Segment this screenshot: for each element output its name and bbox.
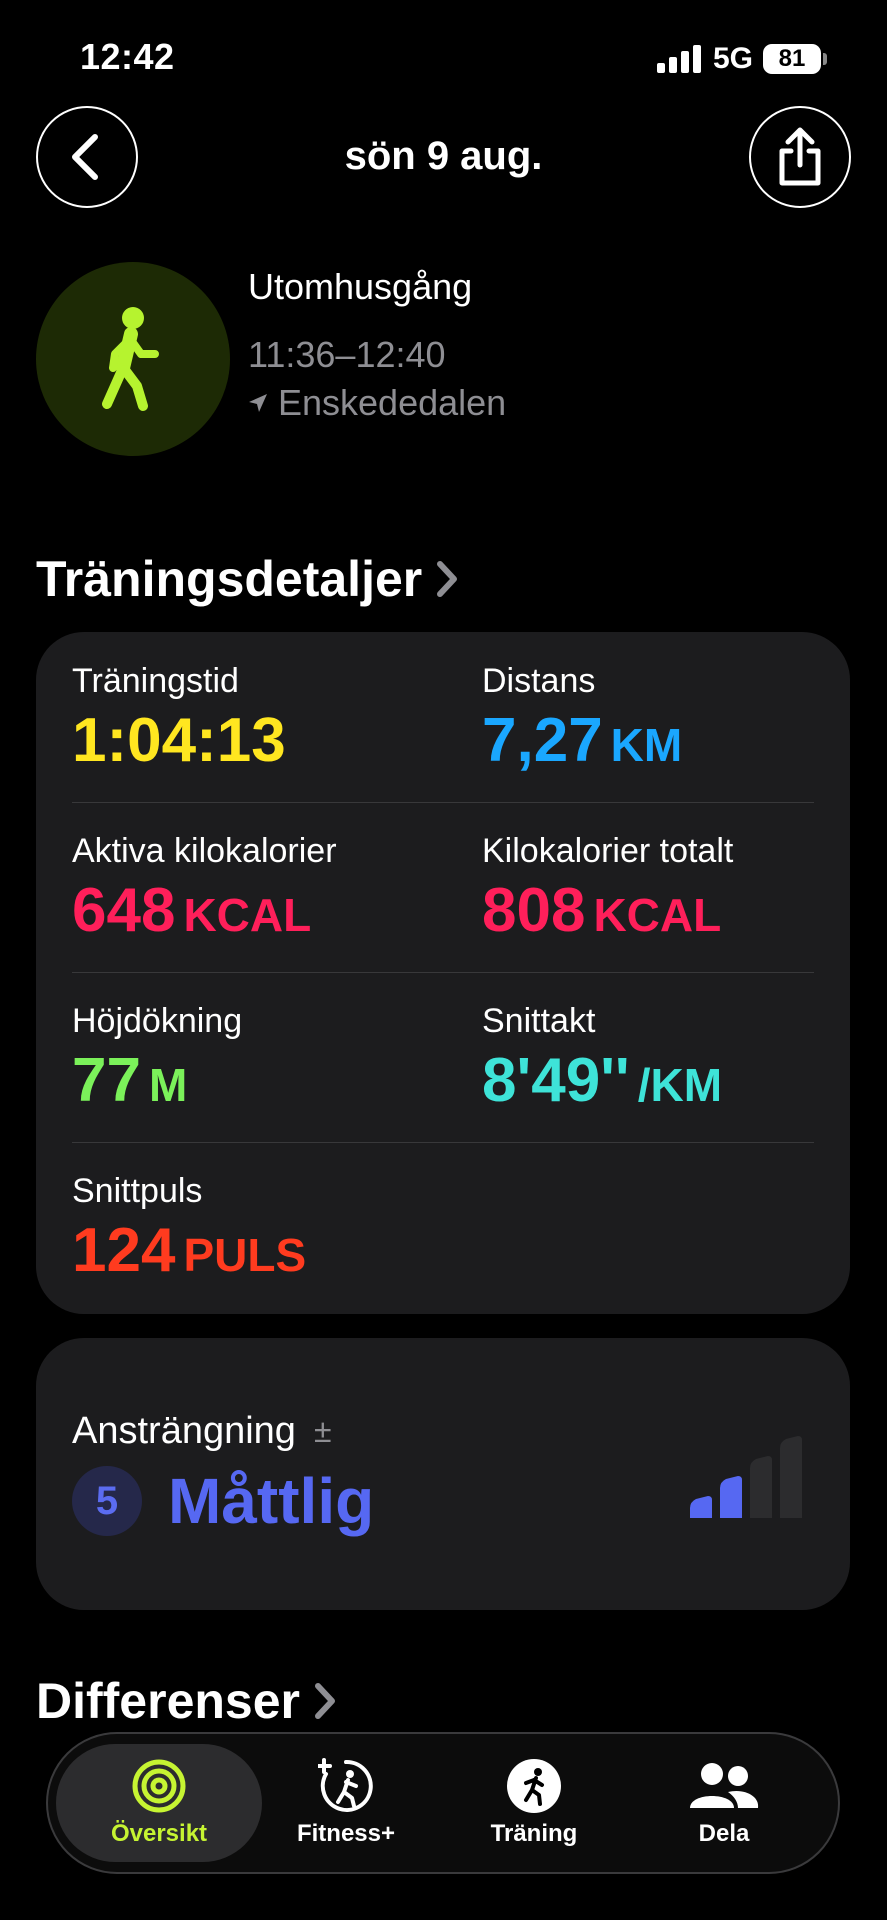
metric-value: 648 KCAL — [72, 876, 312, 945]
tab-fitness-plus[interactable]: Fitness+ — [246, 1744, 446, 1862]
metric-distance: Distans 7,27 KM — [482, 662, 682, 776]
tab-label: Träning — [490, 1820, 578, 1847]
activity-location: Enskededalen — [248, 382, 506, 424]
differences-section-title: Differenser — [36, 1673, 300, 1729]
metric-elevation: Höjdökning 77 M — [72, 1002, 242, 1116]
metric-label: Träningstid — [72, 662, 239, 700]
metric-value: 808 KCAL — [482, 876, 722, 945]
effort-bar — [750, 1456, 772, 1518]
effort-label-row: Ansträngning ± — [72, 1410, 332, 1453]
metric-value: 7,27 KM — [482, 706, 683, 775]
fitness-plus-icon — [318, 1758, 373, 1812]
effort-card[interactable]: Ansträngning ± 5 Måttlig — [36, 1338, 850, 1610]
metric-label: Aktiva kilokalorier — [72, 832, 337, 870]
people-icon — [690, 1763, 759, 1808]
cellular-signal-icon — [656, 45, 701, 73]
running-icon — [507, 1759, 561, 1813]
activity-time-range: 11:36–12:40 — [248, 334, 446, 375]
tab-overview[interactable]: Översikt — [56, 1744, 262, 1862]
metric-label: Snittpuls — [72, 1172, 203, 1210]
activity-name: Utomhusgång — [248, 266, 473, 307]
walking-figure-icon — [102, 307, 159, 411]
effort-level: Måttlig — [168, 1465, 375, 1537]
network-type: 5G — [712, 42, 753, 75]
metric-pace: Snittakt 8'49''/KM — [482, 1002, 722, 1116]
share-button[interactable] — [749, 106, 851, 208]
tab-training[interactable]: Träning — [434, 1744, 634, 1862]
details-section-title: Träningsdetaljer — [36, 551, 423, 607]
metric-label: Distans — [482, 662, 596, 700]
metric-label: Höjdökning — [72, 1002, 243, 1040]
differences-section-header[interactable]: Differenser — [36, 1672, 336, 1730]
effort-score: 5 — [72, 1466, 142, 1536]
metric-label: Kilokalorier totalt — [482, 832, 734, 870]
activity-icon-badge — [36, 262, 230, 456]
effort-bars-icon — [690, 1436, 802, 1518]
workout-details-card: Träningstid 1:04:13 Distans 7,27 KM Aktiv… — [36, 632, 850, 1314]
effort-bar — [720, 1476, 742, 1518]
location-name: Enskededalen — [278, 382, 507, 423]
effort-value-row: 5 Måttlig — [72, 1464, 374, 1538]
metric-value: 77 M — [72, 1046, 188, 1115]
effort-bar — [690, 1496, 712, 1518]
tab-share[interactable]: Dela — [624, 1744, 824, 1862]
metric-duration: Träningstid 1:04:13 — [72, 662, 286, 776]
metric-active-kcal: Aktiva kilokalorier 648 KCAL — [72, 832, 337, 946]
effort-bar — [780, 1436, 802, 1518]
metric-label: Snittakt — [482, 1002, 596, 1040]
status-bar: 12:42 5G 81 — [0, 0, 887, 110]
adjust-icon: ± — [313, 1413, 332, 1449]
status-time: 12:42 — [80, 36, 175, 77]
divider — [72, 802, 814, 803]
metric-value: 1:04:13 — [72, 706, 286, 775]
chevron-right-icon — [315, 1683, 335, 1719]
metric-value: 124 PULS — [72, 1216, 307, 1285]
activity-rings-icon — [132, 1759, 186, 1813]
location-arrow-icon — [249, 394, 267, 412]
status-indicators: 5G 81 — [656, 42, 827, 76]
divider — [72, 972, 814, 973]
divider — [72, 1142, 814, 1143]
battery-level: 81 — [763, 44, 821, 74]
metric-value: 8'49''/KM — [482, 1046, 723, 1115]
tab-bar: Översikt Fitness+ Träning Dela — [46, 1732, 840, 1874]
effort-label: Ansträngning — [72, 1410, 296, 1452]
tab-label: Fitness+ — [296, 1820, 396, 1847]
metric-heart-rate: Snittpuls 124 PULS — [72, 1172, 306, 1286]
battery-icon: 81 — [763, 44, 827, 74]
share-icon — [779, 127, 821, 186]
details-section-header[interactable]: Träningsdetaljer — [36, 550, 458, 608]
tab-label: Översikt — [110, 1820, 208, 1847]
metric-total-kcal: Kilokalorier totalt 808 KCAL — [482, 832, 733, 946]
tab-label: Dela — [698, 1820, 750, 1847]
chevron-right-icon — [437, 561, 458, 597]
